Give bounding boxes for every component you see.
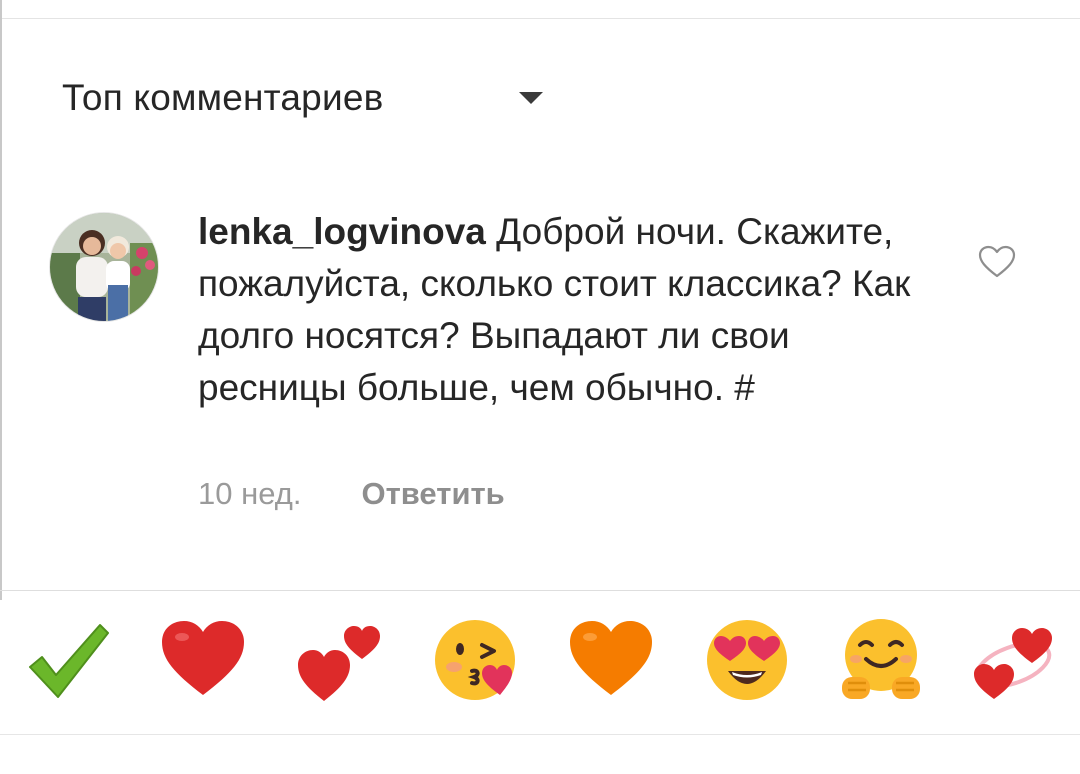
red-heart-icon[interactable]: [158, 615, 248, 705]
top-divider: [0, 18, 1080, 19]
emoji-bar-divider: [0, 590, 1080, 591]
comment-time: 10 нед.: [198, 476, 302, 511]
hugging-face-icon[interactable]: [836, 615, 926, 705]
sort-dropdown[interactable]: Топ комментариев: [62, 70, 562, 126]
heart-outline-icon[interactable]: [977, 244, 1017, 280]
face-blowing-kiss-icon[interactable]: [430, 615, 520, 705]
caret-down-icon: [519, 92, 543, 104]
sort-label: Топ комментариев: [62, 77, 384, 118]
comment-meta: 10 нед. Ответить: [198, 472, 505, 516]
bottom-divider: [0, 734, 1080, 735]
heart-eyes-face-icon[interactable]: [702, 615, 792, 705]
comment-username[interactable]: lenka_logvinova: [198, 211, 486, 252]
reply-button[interactable]: Ответить: [361, 476, 504, 512]
revolving-hearts-icon[interactable]: [968, 615, 1058, 705]
avatar[interactable]: [49, 212, 159, 322]
orange-heart-icon[interactable]: [566, 615, 656, 705]
check-mark-icon[interactable]: [22, 615, 112, 705]
emoji-quick-reactions: [0, 615, 1080, 715]
heart-exclamation-icon[interactable]: [294, 615, 384, 705]
comment-body: lenka_logvinova Доброй ночи. Скажите, по…: [198, 206, 938, 414]
left-edge-border: [0, 0, 2, 600]
